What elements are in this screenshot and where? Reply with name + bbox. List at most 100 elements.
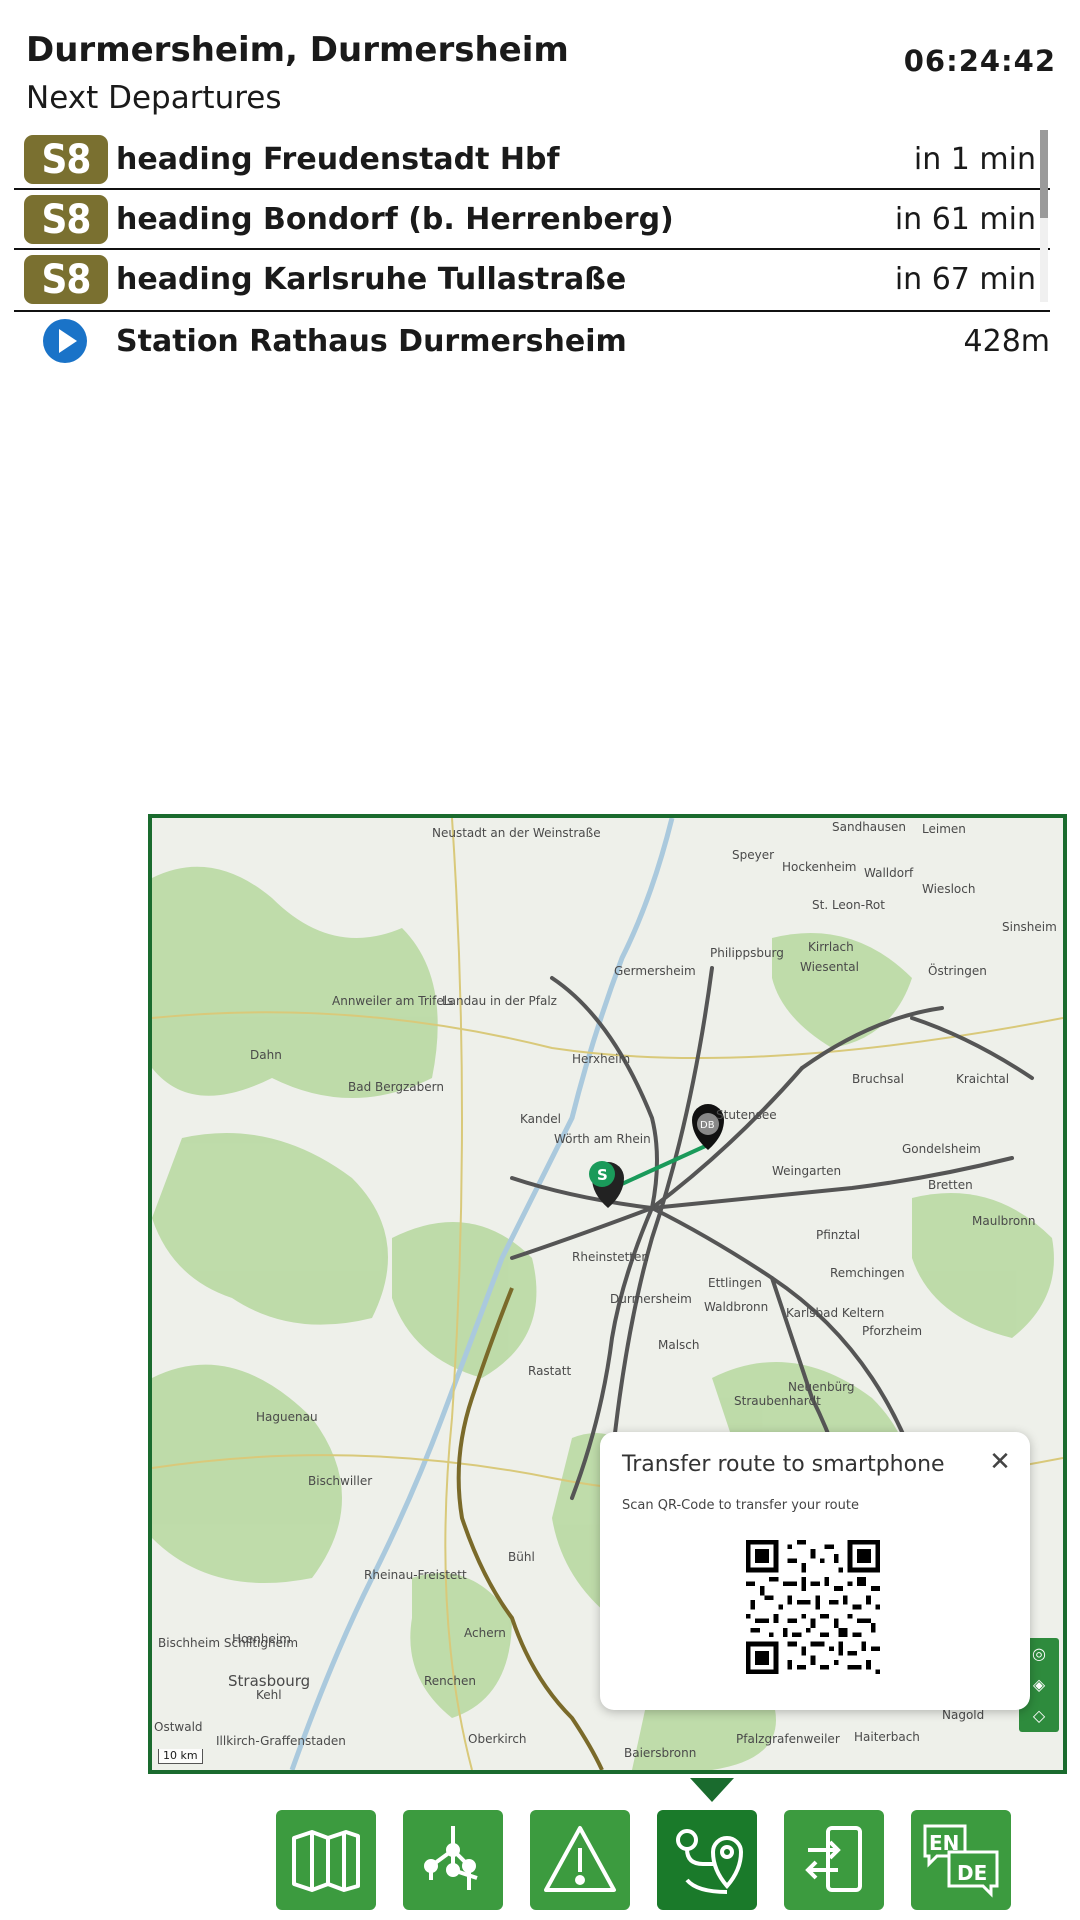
map-place-label: Malsch bbox=[658, 1338, 700, 1352]
map-place-label: Kandel bbox=[520, 1112, 561, 1126]
map-place-label: Maulbronn bbox=[972, 1214, 1036, 1228]
map-place-label: Oberkirch bbox=[468, 1732, 527, 1746]
map-place-label: Dahn bbox=[250, 1048, 282, 1062]
svg-text:S: S bbox=[597, 1166, 608, 1184]
line-badge: S8 bbox=[24, 135, 108, 184]
svg-text:DB: DB bbox=[700, 1120, 715, 1131]
station-name: Station Rathaus Durmersheim bbox=[116, 324, 627, 359]
map-place-label: Ostwald bbox=[154, 1720, 203, 1734]
language-button[interactable]: EN DE bbox=[911, 1810, 1011, 1910]
bottom-toolbar: EN DE bbox=[276, 1810, 1016, 1910]
map-icon bbox=[292, 1830, 360, 1892]
map-place-label: Herxheim bbox=[572, 1052, 631, 1066]
map-place-label: Remchingen bbox=[830, 1266, 905, 1280]
departure-eta: in 67 min bbox=[894, 262, 1036, 297]
qr-code bbox=[746, 1540, 880, 1674]
transfer-popup: Transfer route to smartphone ✕ Scan QR-C… bbox=[600, 1432, 1030, 1710]
map-place-label: Haguenau bbox=[256, 1410, 318, 1424]
map-place-label: Sandhausen bbox=[832, 820, 906, 834]
map-place-label: Leimen bbox=[922, 822, 966, 836]
line-badge: S8 bbox=[24, 255, 108, 304]
departure-row[interactable]: S8 heading Bondorf (b. Herrenberg) in 61… bbox=[14, 190, 1050, 250]
map-place-label: Kraichtal bbox=[956, 1072, 1010, 1086]
departure-row[interactable]: S8 heading Karlsruhe Tullastraße in 67 m… bbox=[14, 250, 1050, 308]
map-place-label: Karlsbad Keltern bbox=[786, 1306, 885, 1320]
map-place-label: Bretten bbox=[928, 1178, 973, 1192]
map-place-label: Haiterbach bbox=[854, 1730, 920, 1744]
map-place-label: Bühl bbox=[508, 1550, 535, 1564]
map-place-label: Ettlingen bbox=[708, 1276, 762, 1290]
scrollbar-thumb[interactable] bbox=[1040, 130, 1048, 218]
map-place-label: Germersheim bbox=[614, 964, 696, 978]
alerts-button[interactable] bbox=[530, 1810, 630, 1910]
transfer-button[interactable] bbox=[784, 1810, 884, 1910]
departures-list: S8 heading Freudenstadt Hbf in 1 min S8 … bbox=[14, 130, 1050, 308]
close-icon[interactable]: ✕ bbox=[984, 1446, 1016, 1478]
route-network-icon bbox=[424, 1826, 478, 1890]
warning-icon bbox=[544, 1826, 616, 1892]
station-title: Durmersheim, Durmersheim bbox=[26, 30, 569, 70]
map-place-label: Waldbronn bbox=[704, 1300, 769, 1314]
map-place-label: Rastatt bbox=[528, 1364, 572, 1378]
map-place-label: Kehl bbox=[256, 1688, 282, 1702]
map-place-label: Bad Bergzabern bbox=[348, 1080, 444, 1094]
map-place-label: Bischwiller bbox=[308, 1474, 373, 1488]
map-place-label: Pforzheim bbox=[862, 1324, 923, 1338]
phone-transfer-icon bbox=[805, 1826, 862, 1892]
departure-heading: heading Freudenstadt Hbf bbox=[116, 142, 560, 177]
map-place-label: Walldorf bbox=[864, 866, 914, 880]
map-place-label: Speyer bbox=[732, 848, 775, 862]
language-en-de-icon: EN DE bbox=[923, 1824, 999, 1898]
map-place-label: Philippsburg bbox=[710, 946, 784, 960]
map-place-label: Illkirch-Graffenstaden bbox=[216, 1734, 346, 1748]
departure-heading: heading Bondorf (b. Herrenberg) bbox=[116, 202, 674, 237]
map-place-label: Bruchsal bbox=[852, 1072, 904, 1086]
map-scale: 10 km bbox=[158, 1749, 203, 1764]
map-place-label: Neuenbürg bbox=[788, 1380, 855, 1394]
map-place-label: Straubenhardt bbox=[734, 1394, 821, 1408]
map-place-label: Annweiler am Trifels bbox=[332, 994, 454, 1008]
play-circle-icon bbox=[43, 319, 87, 363]
map-place-label: Pfinztal bbox=[816, 1228, 861, 1242]
map-place-label: Wiesloch bbox=[922, 882, 976, 896]
departure-heading: heading Karlsruhe Tullastraße bbox=[116, 262, 627, 297]
map-place-label: St. Leon-Rot bbox=[812, 898, 885, 912]
map-place-label: Hœnheim bbox=[232, 1632, 291, 1646]
map-place-label: Rheinau-Freistett bbox=[364, 1568, 467, 1582]
network-button[interactable] bbox=[403, 1810, 503, 1910]
map-place-label: Renchen bbox=[424, 1674, 476, 1688]
map-place-label: Weingarten bbox=[772, 1164, 842, 1178]
map-place-label: Neustadt an der Weinstraße bbox=[432, 826, 601, 840]
active-tab-pointer bbox=[690, 1778, 734, 1802]
departure-eta: in 1 min bbox=[913, 142, 1036, 177]
popup-subtitle: Scan QR-Code to transfer your route bbox=[622, 1498, 859, 1513]
departure-eta: in 61 min bbox=[894, 202, 1036, 237]
popup-title: Transfer route to smartphone bbox=[622, 1452, 945, 1477]
map-place-label: Nagold bbox=[942, 1708, 985, 1722]
page-subtitle: Next Departures bbox=[26, 80, 282, 116]
map-place-label: Sinsheim bbox=[1002, 920, 1057, 934]
route-pin-icon bbox=[676, 1829, 743, 1894]
route-button[interactable] bbox=[657, 1810, 757, 1910]
map-place-label: Rheinstetten bbox=[572, 1250, 650, 1264]
map-place-label: Wörth am Rhein bbox=[554, 1132, 651, 1146]
header: Durmersheim, Durmersheim 06:24:42 Next D… bbox=[26, 26, 1056, 122]
departure-row[interactable]: S8 heading Freudenstadt Hbf in 1 min bbox=[14, 130, 1050, 190]
map-place-label: Östringen bbox=[928, 964, 987, 978]
map-button[interactable] bbox=[276, 1810, 376, 1910]
map-place-label: Durmersheim bbox=[610, 1292, 692, 1306]
map-place-label: Stutensee bbox=[716, 1108, 777, 1122]
map-place-label: Kirrlach bbox=[808, 940, 854, 954]
map-place-label: Gondelsheim bbox=[902, 1142, 981, 1156]
lang-de-label: DE bbox=[957, 1861, 987, 1885]
map-place-label: Pfalzgrafenweiler bbox=[736, 1732, 840, 1746]
scrollbar[interactable] bbox=[1040, 130, 1048, 302]
map-place-label: Baiersbronn bbox=[624, 1746, 697, 1760]
nearby-station[interactable]: Station Rathaus Durmersheim 428m bbox=[14, 312, 1050, 370]
map-place-label: Achern bbox=[464, 1626, 506, 1640]
clock: 06:24:42 bbox=[903, 44, 1056, 78]
line-badge: S8 bbox=[24, 195, 108, 244]
map-place-label: Wiesental bbox=[800, 960, 859, 974]
map-place-label: Hockenheim bbox=[782, 860, 857, 874]
lang-en-label: EN bbox=[929, 1831, 959, 1855]
